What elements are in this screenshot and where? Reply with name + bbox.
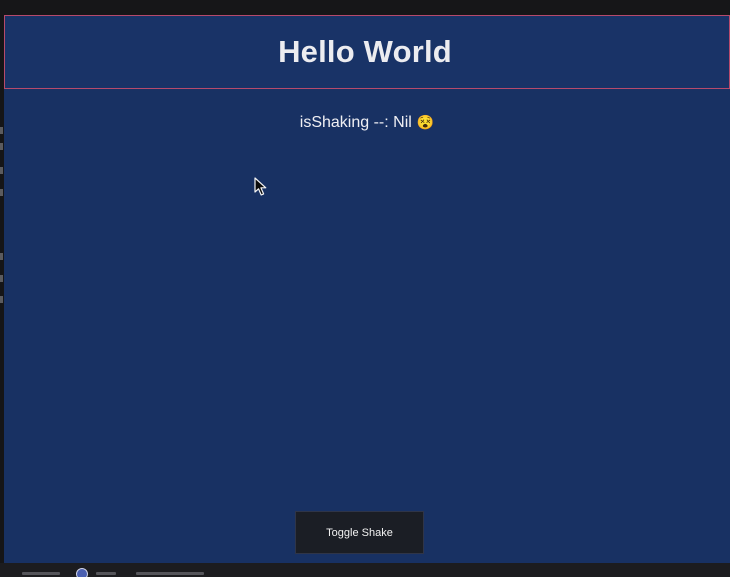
app-container: Hello World isShaking --: Nil 😵 Toggle Sh…: [4, 15, 730, 563]
taskbar: [0, 563, 730, 577]
app-dot-icon[interactable]: [76, 568, 88, 577]
page-title: Hello World: [278, 34, 452, 69]
shake-status: isShaking --: Nil 😵: [4, 114, 730, 132]
shake-status-text: isShaking --: Nil: [299, 114, 412, 131]
dizzy-face-icon: 😵: [416, 114, 435, 130]
window-topbar: [0, 0, 730, 15]
toggle-shake-button[interactable]: Toggle Shake: [295, 511, 424, 554]
page-header: Hello World: [4, 15, 730, 89]
mouse-pointer-icon: [254, 177, 267, 196]
